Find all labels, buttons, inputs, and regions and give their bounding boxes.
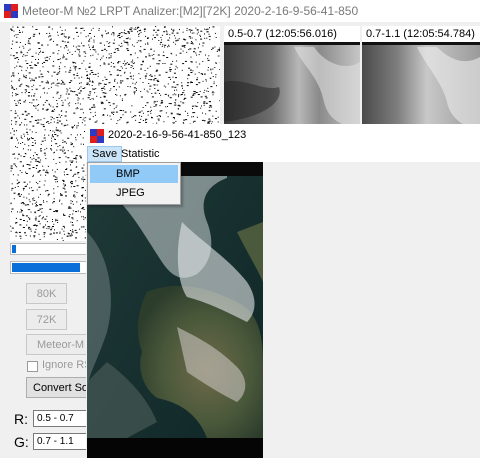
channel-1-label: 0.5-0.7 (12:05:56.016): [228, 28, 337, 40]
ignore-rs-checkbox[interactable]: [27, 361, 38, 372]
g-label: G:: [14, 434, 29, 450]
progress-bar-2-fill: [12, 263, 80, 272]
save-bmp-option[interactable]: BMP: [90, 165, 178, 183]
r-label: R:: [14, 411, 28, 427]
menu-statistic[interactable]: Statistic: [117, 146, 164, 162]
channel-2-image: [362, 42, 480, 132]
meteor-button[interactable]: Meteor-M N: [26, 334, 88, 355]
save-dropdown-menu: BMP JPEG: [87, 162, 181, 205]
image-window-title-bar: 2020-2-16-9-56-41-850_123: [86, 124, 480, 146]
image-window-menubar: Save Statistic: [86, 146, 480, 162]
save-jpeg-option[interactable]: JPEG: [90, 184, 178, 202]
image-window-title: 2020-2-16-9-56-41-850_123: [108, 129, 247, 141]
g-channel-select[interactable]: 0.7 - 1.1: [33, 433, 88, 450]
convert-soft-button[interactable]: Convert Soft: [26, 377, 88, 398]
image-window: 2020-2-16-9-56-41-850_123 Save Statistic: [86, 124, 480, 458]
r-channel-select[interactable]: 0.5 - 0.7: [33, 410, 88, 427]
satellite-composite-image: [87, 162, 263, 458]
channel-1-image: [224, 42, 360, 132]
main-window-title: Meteor-M №2 LRPT Analizer:[M2][72K] 2020…: [22, 4, 359, 18]
progress-bar-1-fill: [12, 245, 16, 253]
ignore-rs-label: Ignore RS: [42, 359, 92, 371]
channel-2-label: 0.7-1.1 (12:05:54.784): [366, 28, 475, 40]
channel-preview-2: 0.7-1.1 (12:05:54.784): [362, 26, 480, 132]
image-window-icon: [90, 129, 104, 143]
channel-preview-1: 0.5-0.7 (12:05:56.016): [224, 26, 360, 132]
72k-button[interactable]: 72K: [26, 309, 67, 330]
main-title-bar: Meteor-M №2 LRPT Analizer:[M2][72K] 2020…: [0, 0, 480, 22]
app-icon: [4, 4, 18, 18]
80k-button[interactable]: 80K: [26, 283, 67, 304]
